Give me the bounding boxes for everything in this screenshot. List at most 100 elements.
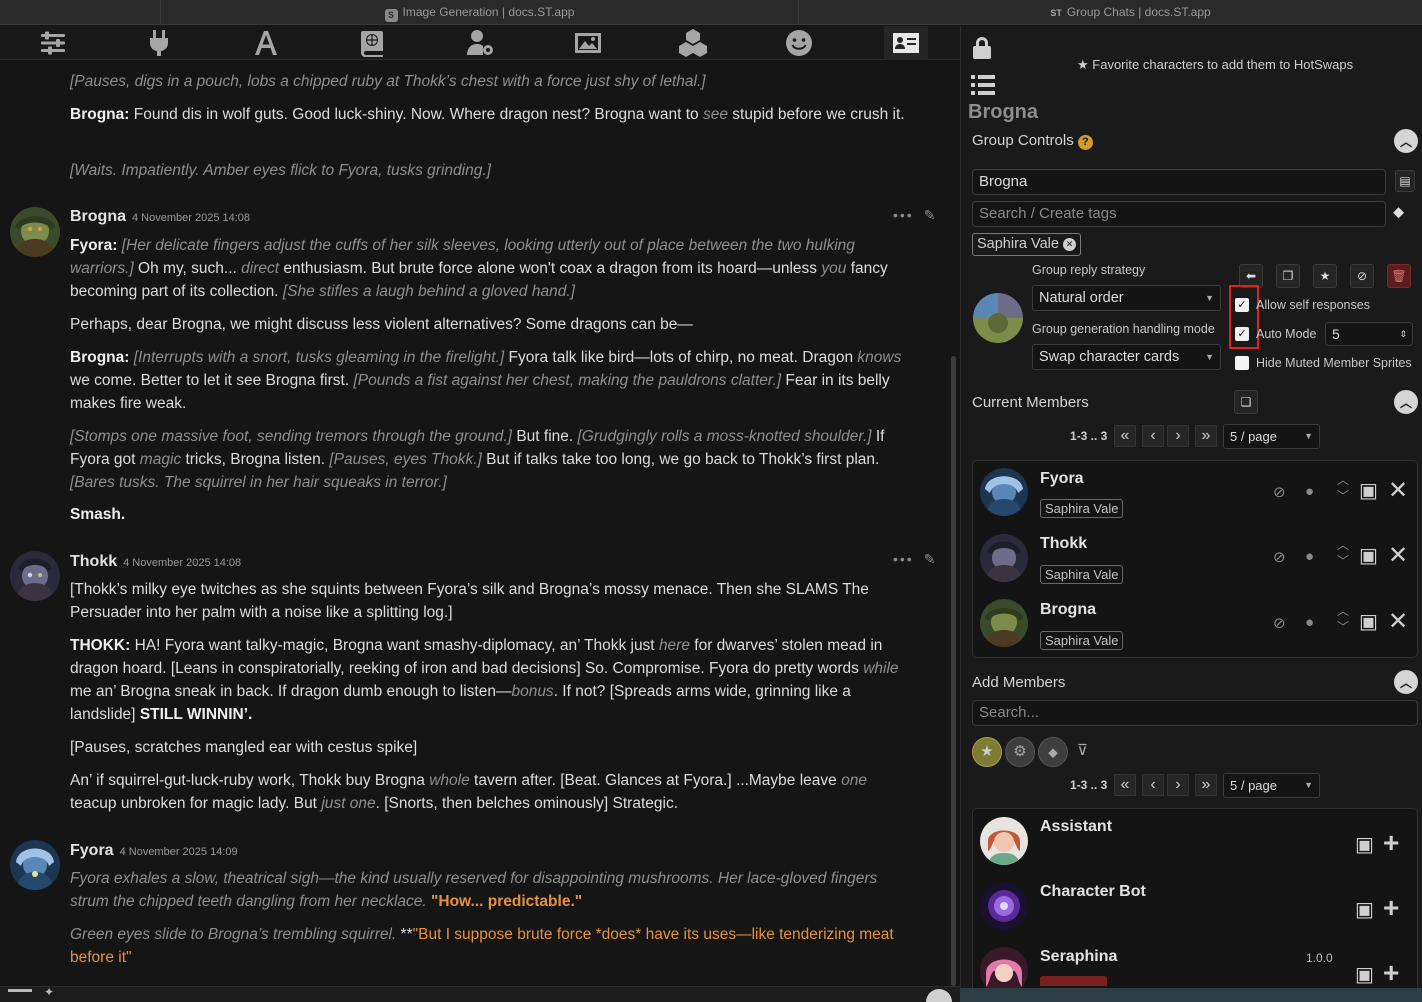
tab-label: Image Generation | docs.ST.app <box>402 5 575 19</box>
auto-mode-label: Auto Mode <box>1256 327 1317 341</box>
prev-page-button[interactable]: ‹ <box>1142 425 1164 447</box>
member-card-icon[interactable]: ▣ <box>1359 478 1378 503</box>
add-members-heading: Add Members <box>972 674 1066 691</box>
page-size-select[interactable]: 5 / page ▼ <box>1223 773 1320 798</box>
generation-mode-select[interactable]: Swap character cards ▼ <box>1032 344 1221 370</box>
group-avatar[interactable] <box>973 293 1023 343</box>
hide-muted-sprites-checkbox[interactable] <box>1235 356 1249 370</box>
member-card-icon[interactable]: ▣ <box>1359 543 1378 568</box>
avatar[interactable] <box>10 840 60 890</box>
tags-icon[interactable]: ⬥ <box>1393 204 1404 222</box>
remove-member-icon[interactable]: ✕ <box>1388 476 1408 505</box>
first-page-button[interactable]: « <box>1114 774 1136 796</box>
page-size-select[interactable]: 5 / page ▼ <box>1223 424 1320 449</box>
magic-wand-icon[interactable]: ✦ <box>44 986 54 998</box>
avatar[interactable] <box>980 599 1028 647</box>
pager-range: 1-3 .. 3 <box>1070 429 1108 443</box>
character-list-icon[interactable] <box>971 74 995 101</box>
filter-clear-icon[interactable]: ⊽ <box>1077 741 1088 759</box>
candidate-name: Assistant <box>1040 818 1113 835</box>
avatar[interactable] <box>980 468 1028 516</box>
mute-icon[interactable]: ⊘ <box>1273 483 1286 501</box>
avatar[interactable] <box>980 817 1028 865</box>
user-settings-icon[interactable] <box>459 26 503 60</box>
filter-settings-icon[interactable]: ⚙ <box>1005 737 1035 767</box>
copy-icon[interactable]: ❏ <box>1234 390 1258 414</box>
tab-blank[interactable] <box>0 0 160 25</box>
add-members-search-input[interactable]: Search... <box>972 700 1418 726</box>
chat-log[interactable]: [Pauses, digs in a pouch, lobs a chipped… <box>0 61 948 991</box>
speak-icon[interactable]: ● <box>1305 548 1314 565</box>
candidate-card-icon[interactable]: ▣ <box>1355 962 1374 987</box>
move-up-down-icon[interactable]: ︿ ﹀ <box>1337 603 1349 635</box>
member-tag: Saphira Vale <box>1040 565 1124 584</box>
auto-mode-input[interactable]: 5 ⇕ <box>1325 322 1413 346</box>
candidate-card-icon[interactable]: ▣ <box>1355 897 1374 922</box>
send-button-icon[interactable] <box>926 989 952 1002</box>
last-page-button[interactable]: » <box>1195 774 1217 796</box>
speak-icon[interactable]: ● <box>1305 614 1314 631</box>
first-page-button[interactable]: « <box>1114 425 1136 447</box>
unlink-icon[interactable]: ⊘ <box>1350 264 1374 288</box>
lock-icon[interactable] <box>971 36 993 65</box>
character-management-icon[interactable] <box>884 26 928 60</box>
filter-favorites-icon[interactable]: ★ <box>972 737 1002 767</box>
backgrounds-icon[interactable] <box>566 26 610 60</box>
more-options-icon[interactable]: ••• <box>893 551 914 567</box>
collapse-current-members-button[interactable]: ︿ <box>1394 390 1418 414</box>
persona-management-icon[interactable] <box>777 26 821 60</box>
filter-tags-icon[interactable]: ⬥ <box>1038 737 1068 767</box>
allow-self-responses-checkbox[interactable]: ✓ <box>1235 298 1249 312</box>
collapse-add-members-button[interactable]: ︿ <box>1394 670 1418 694</box>
favorite-icon[interactable]: ★ <box>1313 264 1337 288</box>
delete-icon[interactable]: 🗑 <box>1387 264 1411 288</box>
candidate-name: Seraphina <box>1040 948 1118 965</box>
remove-member-icon[interactable]: ✕ <box>1388 541 1408 570</box>
avatar[interactable] <box>980 882 1028 930</box>
reply-strategy-select[interactable]: Natural order ▼ <box>1032 285 1221 311</box>
tag-search-input[interactable]: Search / Create tags <box>972 201 1386 227</box>
duplicate-icon[interactable]: ❐ <box>1276 264 1300 288</box>
mute-icon[interactable]: ⊘ <box>1273 614 1286 632</box>
group-name-input[interactable]: Brogna <box>972 169 1386 195</box>
member-card-icon[interactable]: ▣ <box>1359 609 1378 634</box>
input-bar: ✦ <box>0 986 960 1002</box>
extensions-icon[interactable] <box>671 26 715 60</box>
remove-member-icon[interactable]: ✕ <box>1388 607 1408 636</box>
next-page-button[interactable]: › <box>1167 425 1189 447</box>
last-page-button[interactable]: » <box>1195 425 1217 447</box>
avatar[interactable] <box>980 947 1028 988</box>
mute-icon[interactable]: ⊘ <box>1273 548 1286 566</box>
edit-icon[interactable]: ✎ <box>924 207 938 223</box>
candidate-card-icon[interactable]: ▣ <box>1355 832 1374 857</box>
move-up-down-icon[interactable]: ︿ ﹀ <box>1337 537 1349 569</box>
group-avatar-icon[interactable]: ▤ <box>1395 170 1415 192</box>
avatar[interactable] <box>10 207 60 257</box>
collapse-group-controls-button[interactable]: ︿ <box>1394 129 1418 153</box>
chat-scrollbar[interactable] <box>951 356 956 986</box>
tab-group-chats[interactable]: ST Group Chats | docs.ST.app <box>798 0 1422 25</box>
advanced-formatting-icon[interactable] <box>244 26 288 60</box>
ai-response-config-icon[interactable] <box>31 26 75 60</box>
next-page-button[interactable]: › <box>1167 774 1189 796</box>
speak-icon[interactable]: ● <box>1305 483 1314 500</box>
tab-image-generation[interactable]: S Image Generation | docs.ST.app <box>160 0 798 25</box>
avatar[interactable] <box>10 551 60 601</box>
avatar[interactable] <box>980 534 1028 582</box>
hide-muted-sprites-label: Hide Muted Member Sprites <box>1256 356 1412 370</box>
auto-mode-checkbox[interactable]: ✓ <box>1235 327 1249 341</box>
pager-range: 1-3 .. 3 <box>1070 778 1108 792</box>
add-member-icon[interactable]: + <box>1383 957 1399 988</box>
edit-icon[interactable]: ✎ <box>924 551 938 567</box>
add-member-icon[interactable]: + <box>1383 827 1399 859</box>
api-connections-icon[interactable] <box>137 26 181 60</box>
world-info-icon[interactable] <box>350 26 394 60</box>
options-menu-icon[interactable] <box>8 989 32 992</box>
move-up-down-icon[interactable]: ︿ ﹀ <box>1337 472 1349 504</box>
add-member-icon[interactable]: + <box>1383 892 1399 924</box>
remove-tag-icon[interactable]: ✕ <box>1062 238 1076 251</box>
current-members-heading: Current Members <box>972 394 1089 411</box>
tag-chip[interactable]: Saphira Vale ✕ <box>972 233 1081 256</box>
prev-page-button[interactable]: ‹ <box>1142 774 1164 796</box>
more-options-icon[interactable]: ••• <box>893 207 914 223</box>
